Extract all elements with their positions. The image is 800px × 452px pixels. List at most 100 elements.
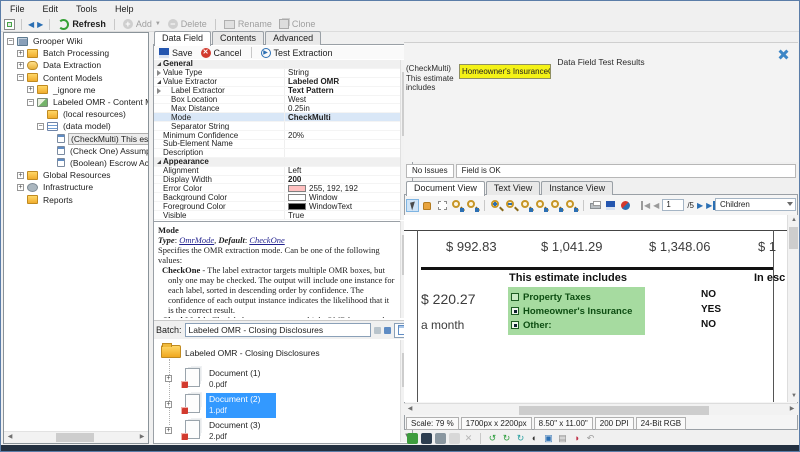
tree-item[interactable]: +Batch Processing: [4, 47, 149, 59]
menu-edit[interactable]: Edit: [34, 2, 68, 16]
property-row[interactable]: VisibleTrue: [154, 211, 400, 220]
property-value[interactable]: String: [285, 68, 400, 77]
omr-highlight-zone[interactable]: Property TaxesHomeowner's InsuranceOther…: [508, 287, 645, 335]
zoom-select-icon[interactable]: [451, 199, 464, 212]
batch-filter-icon[interactable]: [374, 327, 381, 334]
expand-icon[interactable]: +: [165, 375, 172, 382]
property-value[interactable]: 0.25in: [285, 104, 400, 113]
rotate-ccw-icon[interactable]: ↺: [487, 433, 498, 444]
property-row[interactable]: Minimum Confidence20%: [154, 131, 400, 140]
tab-text-view[interactable]: Text View: [486, 181, 540, 195]
tree-item[interactable]: +Data Extraction: [4, 59, 149, 71]
resync-icon[interactable]: ↻: [515, 433, 526, 444]
snapshot-icon[interactable]: [436, 199, 449, 212]
image-invert-icon[interactable]: [421, 433, 432, 444]
nav-scope-dropdown[interactable]: Children: [715, 198, 796, 211]
batch-lock-icon[interactable]: [384, 327, 391, 334]
color-mask-icon[interactable]: ◑: [571, 433, 582, 444]
zoom-fit-icon[interactable]: [535, 199, 548, 212]
document-label[interactable]: Document (2)1.pdf: [206, 393, 276, 418]
document-hscrollbar[interactable]: ◀▶: [404, 403, 798, 415]
property-value[interactable]: Labeled OMR: [285, 77, 400, 86]
property-row[interactable]: Sub-Element Name: [154, 140, 400, 149]
batch-folder-icon[interactable]: [161, 345, 181, 358]
image-inspect-icon[interactable]: [435, 433, 446, 444]
property-value[interactable]: WindowText: [285, 202, 400, 211]
property-value[interactable]: Text Pattern: [285, 86, 400, 95]
expand-icon[interactable]: +: [17, 50, 24, 57]
batch-document-item[interactable]: + Document (1)0.pdf: [154, 367, 400, 393]
expand-icon[interactable]: +: [17, 62, 24, 69]
refresh-button[interactable]: Refresh: [56, 19, 108, 30]
next-page-button[interactable]: ▶: [697, 201, 703, 210]
root-view-icon[interactable]: [4, 19, 15, 30]
clone-button[interactable]: Clone: [277, 19, 318, 29]
tab-advanced[interactable]: Advanced: [265, 31, 321, 45]
extracted-value[interactable]: Homeowner's InsuranceOther:: [459, 64, 551, 79]
save-image-icon[interactable]: [604, 199, 617, 212]
despeckle-icon[interactable]: ◐: [529, 433, 540, 444]
tab-instance-view[interactable]: Instance View: [541, 181, 613, 195]
tester-settings-icon[interactable]: [778, 49, 789, 60]
tree-item[interactable]: −Grooper Wiki: [4, 35, 149, 47]
tree-item[interactable]: (local resources): [4, 108, 149, 120]
document-vscrollbar[interactable]: ▲▼: [787, 215, 798, 402]
property-value[interactable]: 20%: [285, 131, 400, 140]
tree-item[interactable]: +_ignore me: [4, 84, 149, 96]
tab-contents[interactable]: Contents: [212, 31, 264, 45]
flatten-icon[interactable]: [449, 433, 460, 444]
page-number-input[interactable]: 1: [662, 199, 684, 211]
expand-icon[interactable]: +: [165, 427, 172, 434]
tree-item[interactable]: −(data model): [4, 120, 149, 132]
rotate-cw-icon[interactable]: ↻: [501, 433, 512, 444]
tab-data-field[interactable]: Data Field: [154, 31, 211, 46]
delete-button[interactable]: −Delete: [166, 19, 209, 29]
delete-permanent-icon[interactable]: ✕: [463, 433, 474, 444]
property-value[interactable]: CheckMulti: [285, 113, 400, 122]
property-value[interactable]: Left: [285, 166, 400, 175]
tree-item[interactable]: +Infrastructure: [4, 181, 149, 193]
pointer-icon[interactable]: [406, 199, 419, 212]
collapse-icon[interactable]: −: [37, 123, 44, 130]
batch-document-item[interactable]: +Document (2)1.pdf: [154, 393, 400, 419]
tree-item[interactable]: −Content Models: [4, 72, 149, 84]
zoom-fit-height-icon[interactable]: [565, 199, 578, 212]
help-type-link[interactable]: OmrMode: [179, 235, 214, 245]
save-button[interactable]: Save: [157, 48, 195, 58]
document-label[interactable]: Document (1)0.pdf: [206, 367, 276, 392]
tree-item[interactable]: Reports: [4, 193, 149, 205]
extract-badge-icon[interactable]: [619, 199, 632, 212]
pan-hand-icon[interactable]: [421, 199, 434, 212]
collapse-icon[interactable]: −: [7, 38, 14, 45]
batch-document-item[interactable]: +Document (3)2.pdf: [154, 419, 400, 442]
zoom-in-icon[interactable]: [490, 199, 503, 212]
property-value[interactable]: 255, 192, 192: [285, 184, 400, 193]
tree-item[interactable]: (Check One) Assumption: [4, 145, 149, 157]
help-default-link[interactable]: CheckOne: [249, 235, 284, 245]
tree-hscrollbar[interactable]: ◀▶: [4, 431, 148, 443]
tree-item[interactable]: +Global Resources: [4, 169, 149, 181]
menu-help[interactable]: Help: [106, 2, 143, 16]
property-value[interactable]: True: [285, 211, 400, 220]
copy-page-icon[interactable]: ▤: [557, 433, 568, 444]
menu-file[interactable]: File: [1, 2, 34, 16]
collapse-icon[interactable]: −: [17, 74, 24, 81]
property-value[interactable]: Window: [285, 193, 400, 202]
crop-icon[interactable]: ▣: [543, 433, 554, 444]
property-value[interactable]: West: [285, 95, 400, 104]
zoom-fit-width-icon[interactable]: [550, 199, 563, 212]
zoom-out-icon[interactable]: [505, 199, 518, 212]
expanded-icon[interactable]: [157, 62, 161, 66]
test-extraction-button[interactable]: ▶Test Extraction: [259, 48, 335, 58]
tree-item[interactable]: (Boolean) Escrow Account?: [4, 157, 149, 169]
property-value[interactable]: 200: [285, 175, 400, 184]
zoom-actual-icon[interactable]: [520, 199, 533, 212]
cancel-button[interactable]: ✕Cancel: [199, 48, 244, 58]
zoom-page-icon[interactable]: [466, 199, 479, 212]
back-button[interactable]: ◀: [28, 19, 34, 30]
document-page[interactable]: $ 992.83$ 1,041.29$ 1,348.06$ 1 This est…: [404, 215, 787, 402]
expand-icon[interactable]: +: [17, 172, 24, 179]
expand-icon[interactable]: +: [17, 184, 24, 191]
batch-root-label[interactable]: Labeled OMR - Closing Disclosures: [185, 348, 320, 358]
prev-page-button[interactable]: ◀: [653, 201, 659, 210]
